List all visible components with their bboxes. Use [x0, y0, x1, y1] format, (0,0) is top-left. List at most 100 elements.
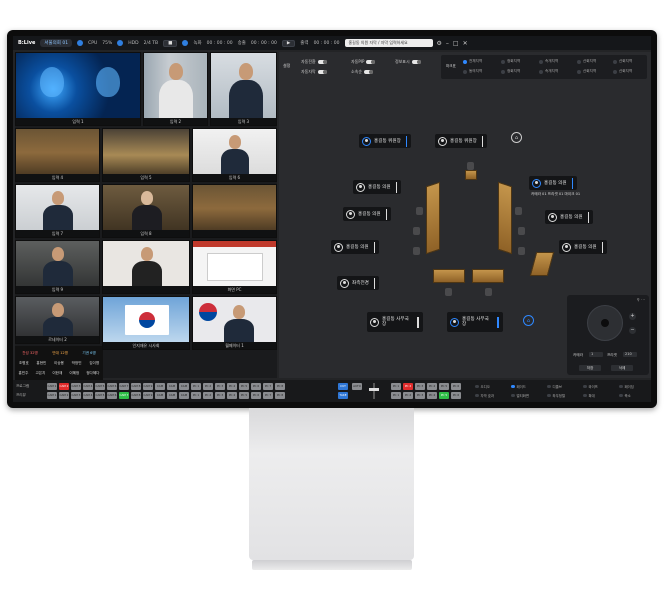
marker-option[interactable]: 전체지역: [463, 59, 482, 64]
settings-icon[interactable]: ⚙: [437, 40, 442, 47]
input-tile[interactable]: 입력 1: [15, 52, 141, 126]
source-key[interactable]: PC 6: [451, 392, 461, 399]
caption-input[interactable]: 홍길동 의원 자막 / 자막 입력하세요: [344, 39, 433, 47]
source-key[interactable]: PC 2: [203, 392, 213, 399]
option-order[interactable]: 소속순: [351, 69, 374, 75]
source-key[interactable]: PC 5: [439, 383, 449, 390]
source-key[interactable]: PC 8: [275, 383, 285, 390]
marker-option[interactable]: 정회지역: [501, 69, 520, 74]
input-tile[interactable]: 르네이터 2: [15, 296, 100, 344]
input-tile[interactable]: [102, 240, 190, 294]
source-key[interactable]: PC 4: [427, 392, 437, 399]
source-key[interactable]: CAM 3: [71, 383, 81, 390]
effect-option[interactable]: 확대: [583, 393, 595, 398]
seat-secretary[interactable]: 홍길동 사무국장: [367, 312, 423, 332]
save-button[interactable]: 저장: [579, 365, 601, 371]
source-key[interactable]: PC 6: [451, 383, 461, 390]
marker-option[interactable]: 산회지역: [613, 69, 632, 74]
input-tile[interactable]: 입력 7: [15, 184, 100, 238]
source-key[interactable]: PC 5: [439, 392, 449, 399]
maximize-icon[interactable]: □: [453, 40, 459, 47]
source-key[interactable]: PC 3: [215, 383, 225, 390]
marker-option[interactable]: 산회지역: [577, 69, 596, 74]
option-auto-switch[interactable]: 자동전환: [301, 59, 327, 65]
source-key[interactable]: CAM 12: [179, 383, 189, 395]
option-auto-caption[interactable]: 자동자막: [301, 69, 327, 75]
source-key[interactable]: PC 7: [263, 383, 273, 390]
source-key[interactable]: PC 1: [391, 392, 401, 399]
source-key[interactable]: PC 3: [215, 392, 225, 399]
source-key[interactable]: CAM 9: [143, 383, 153, 390]
delete-button[interactable]: 삭제: [611, 365, 633, 371]
source-key[interactable]: PC 4: [427, 383, 437, 390]
source-key[interactable]: CAM 8: [131, 392, 141, 399]
auto-button[interactable]: AUTO: [352, 383, 362, 390]
input-tile[interactable]: 입력 9: [15, 240, 100, 294]
effect-option[interactable]: 페이딩: [619, 384, 634, 389]
marker-option[interactable]: 동의지역: [463, 69, 482, 74]
minimize-icon[interactable]: –: [446, 40, 449, 47]
preset-select[interactable]: 210: [623, 352, 637, 357]
source-key[interactable]: CAM 8: [131, 383, 141, 390]
seat-member[interactable]: 홍길동 의원: [559, 240, 608, 254]
camera-group-icon[interactable]: ⌂: [511, 132, 522, 143]
source-key[interactable]: CAM 5: [95, 392, 105, 399]
effect-option[interactable]: 와이프: [583, 384, 598, 389]
option-info-display[interactable]: 정보표시: [395, 59, 421, 65]
toggle[interactable]: [411, 60, 421, 64]
source-key[interactable]: PC 6: [251, 383, 261, 390]
input-tile[interactable]: [192, 184, 277, 238]
toggle[interactable]: [366, 60, 376, 64]
marker-option[interactable]: 산회지역: [577, 59, 596, 64]
source-key[interactable]: PC 1: [391, 383, 401, 390]
source-key[interactable]: PC 2: [203, 383, 213, 390]
toggle[interactable]: [317, 70, 327, 74]
source-key[interactable]: CAM 5: [95, 383, 105, 390]
source-key[interactable]: PC 3: [415, 383, 425, 390]
effect-option[interactable]: 자막 효과: [475, 393, 494, 398]
zoom-in-button[interactable]: +: [629, 313, 636, 320]
ptz-menu-icon[interactable]: ⚲ ⋯: [637, 297, 645, 302]
source-key[interactable]: CAM 1: [47, 392, 57, 399]
source-key[interactable]: CAM 4: [83, 383, 93, 390]
source-key[interactable]: PC 4: [227, 392, 237, 399]
seat-chairman[interactable]: 홍길동 위원장: [435, 134, 488, 148]
marker-option[interactable]: 산회지역: [613, 59, 632, 64]
source-key[interactable]: CAM 10: [155, 392, 165, 402]
source-key[interactable]: CAM 3: [71, 392, 81, 399]
input-tile[interactable]: 월페이터 1: [192, 296, 277, 350]
source-key[interactable]: CAM 11: [167, 392, 177, 402]
input-tile[interactable]: 입력 6: [192, 128, 277, 182]
source-key[interactable]: PC 5: [239, 392, 249, 399]
option-auto-pip[interactable]: 자동PIP: [351, 59, 376, 65]
record-button[interactable]: ■: [163, 39, 178, 47]
source-key[interactable]: CAM 10: [155, 383, 165, 395]
seat-member[interactable]: 홍길동 의원: [353, 180, 402, 194]
input-tile[interactable]: 입력 5: [102, 128, 190, 182]
source-key[interactable]: CAM 1: [47, 383, 57, 390]
effect-option[interactable]: 디졸브: [547, 384, 562, 389]
input-tile[interactable]: 입력 8: [102, 184, 190, 238]
seat-chairman[interactable]: 홍길동 위원장: [359, 134, 412, 148]
effect-option[interactable]: 페이드: [511, 384, 526, 389]
source-key[interactable]: PC 3: [415, 392, 425, 399]
session-name[interactable]: 서울의회 01: [40, 39, 73, 47]
input-tile[interactable]: 입력 2: [143, 52, 208, 126]
source-key[interactable]: PC 5: [239, 383, 249, 390]
source-key[interactable]: PC 2: [403, 383, 413, 390]
marker-option[interactable]: 속개지역: [539, 69, 558, 74]
source-key[interactable]: CAM 2: [59, 392, 69, 399]
source-key[interactable]: PC 1: [191, 392, 201, 399]
input-tile[interactable]: 입력 3: [210, 52, 277, 126]
camera-group-icon[interactable]: ⌂: [523, 315, 534, 326]
source-key[interactable]: PC 6: [251, 392, 261, 399]
seat-member[interactable]: 홍길동 의원: [343, 207, 392, 221]
camera-select[interactable]: 1: [589, 352, 603, 357]
seat-member[interactable]: 홍길동 의원: [331, 240, 380, 254]
source-key[interactable]: CAM 7: [119, 392, 129, 399]
seat-wide-view[interactable]: 좌측전경: [337, 276, 380, 290]
source-key[interactable]: CAM 2: [59, 383, 69, 390]
marker-option[interactable]: 속개지역: [539, 59, 558, 64]
zoom-out-button[interactable]: −: [629, 327, 636, 334]
input-tile[interactable]: 입력 4: [15, 128, 100, 182]
